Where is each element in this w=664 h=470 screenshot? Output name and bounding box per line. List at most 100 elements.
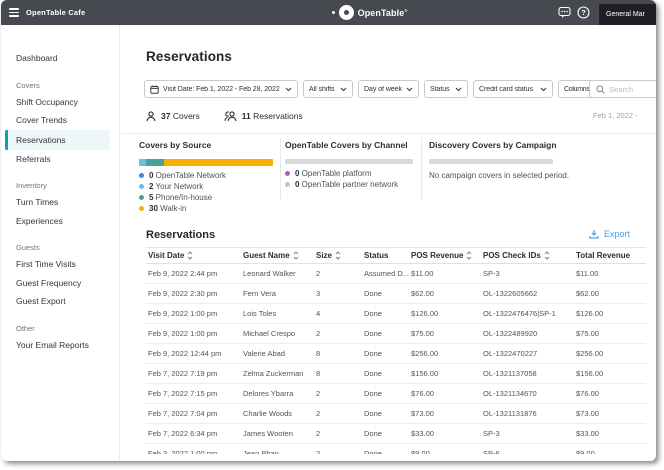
table-cell: Done [362,389,409,398]
table-title: Reservations [146,229,215,241]
panel-title: Discovery Covers by Campaign [429,140,609,150]
table-cell: Feb 9, 2022 12:44 pm [146,349,241,358]
table-cell: $156.00 [574,369,646,378]
table-cell: Done [362,309,409,318]
legend-item: 0 OpenTable partner network [285,179,417,190]
table-cell: $73.00 [409,409,481,418]
column-header-guest-name[interactable]: Guest Name [241,251,314,260]
filter-all-shifts[interactable]: All shifts [303,80,353,98]
table-row[interactable]: Feb 7, 2022 7:19 pmZelma Zuckerman8Done$… [146,364,646,384]
table-cell: $62.00 [574,289,646,298]
logo-circle-icon [339,5,354,20]
sidebar-item-guest-frequency[interactable]: Guest Frequency [5,274,110,293]
table-cell: Feb 9, 2022 1:00 pm [146,329,241,338]
legend-item: 0 OpenTable Network [139,170,275,181]
table-row[interactable]: Feb 9, 2022 2:30 pmFern Vera3Done$62.00O… [146,284,646,304]
table-cell: Michael Crespo [241,329,314,338]
table-row[interactable]: Feb 7, 2022 6:34 pmJames Wooten2Done$33.… [146,424,646,444]
main-content: Reservations Visit Date: Feb 1, 2022 - F… [121,25,656,461]
help-icon[interactable]: ? [576,6,590,20]
sidebar: Dashboard CoversShift OccupancyCover Tren… [1,25,120,461]
table-row[interactable]: Feb 3, 2022 1:00 pmJean Phan2Done$9.00SP… [146,444,646,454]
filter-day-of-week[interactable]: Day of week [358,80,419,98]
table-row[interactable]: Feb 9, 2022 1:00 pmMichael Crespo2Done$7… [146,324,646,344]
table-cell: Done [362,449,409,454]
sidebar-item-dashboard[interactable]: Dashboard [5,49,110,68]
column-header-visit-date[interactable]: Visit Date [146,251,241,260]
column-header-pos-revenue[interactable]: POS Revenue [409,251,481,260]
table-cell: $76.00 [574,389,646,398]
filter-status[interactable]: Status [424,80,468,98]
filter-credit-card-status[interactable]: Credit card status [473,80,553,98]
legend-item: 5 Phone/In-house [139,192,275,203]
table-cell: $156.00 [409,369,481,378]
logo-wordmark: OpenTable® [358,8,408,18]
covers-stat: 37 Covers [146,111,200,122]
panel-title: Covers by Source [139,140,275,150]
covers-by-campaign-bar [429,159,553,164]
table-cell: $126.00 [409,309,481,318]
sidebar-section-covers: Covers [1,77,119,93]
table-body: Feb 9, 2022 2:44 pmLeonard Walker2Assume… [146,264,646,454]
sidebar-item-your-email-reports[interactable]: Your Email Reports [5,336,110,355]
table-cell: James Wooten [241,429,314,438]
campaign-empty-text: No campaign covers in selected period. [429,171,609,180]
table-row[interactable]: Feb 9, 2022 2:44 pmLeonard Walker2Assume… [146,264,646,284]
legend-item: 2 Your Network [139,181,275,192]
table-cell: $75.00 [574,329,646,338]
column-header-pos-check-ids[interactable]: POS Check IDs [481,251,574,260]
sidebar-item-guest-export[interactable]: Guest Export [5,292,110,311]
search-box[interactable] [589,80,656,98]
table-cell: $73.00 [574,409,646,418]
table-cell: Feb 9, 2022 2:30 pm [146,289,241,298]
feedback-icon[interactable] [557,6,571,20]
sidebar-item-reservations[interactable]: Reservations [5,130,110,150]
table-cell: 2 [314,389,362,398]
sidebar-item-experiences[interactable]: Experiences [5,212,110,231]
table-row[interactable]: Feb 9, 2022 1:00 pmLois Toles4Done$126.0… [146,304,646,324]
table-cell: Feb 9, 2022 1:00 pm [146,309,241,318]
column-header-total-revenue: Total Revenue [574,251,646,260]
filter-visit-date-feb-1-2022-feb-28-2022[interactable]: Visit Date: Feb 1, 2022 - Feb 28, 2022 [144,80,298,98]
table-cell: 8 [314,349,362,358]
table-cell: Charlie Woods [241,409,314,418]
table-row[interactable]: Feb 9, 2022 12:44 pmValerie Abad8Done$25… [146,344,646,364]
export-button[interactable]: Export [589,229,630,239]
table-cell: $75.00 [409,329,481,338]
table-cell: Done [362,369,409,378]
table-cell: 2 [314,449,362,454]
table-cell: Feb 7, 2022 7:04 pm [146,409,241,418]
sidebar-item-shift-occupancy[interactable]: Shift Occupancy [5,93,110,112]
top-bar: OpenTable Cafe OpenTable® ? General Mar [1,0,656,25]
sidebar-item-first-time-visits[interactable]: First Time Visits [5,255,110,274]
table-cell: 3 [314,289,362,298]
app-window: OpenTable Cafe OpenTable® ? General Mar … [1,0,656,461]
table-cell: OL-1322605662 [481,289,574,298]
table-cell: OL-1322470227 [481,349,574,358]
people-icon [224,111,237,122]
search-icon [596,85,605,94]
search-input[interactable] [609,85,656,94]
table-cell: $11.00 [409,269,481,278]
sidebar-section-other: Other [1,320,119,336]
sidebar-item-turn-times[interactable]: Turn Times [5,193,110,212]
stats-row: 37 Covers 11 Reservations [146,108,303,124]
table-cell: 2 [314,269,362,278]
table-row[interactable]: Feb 7, 2022 7:04 pmCharlie Woods2Done$73… [146,404,646,424]
table-row[interactable]: Feb 7, 2022 7:15 pmDelores Ybarra2Done$7… [146,384,646,404]
user-menu[interactable]: General Mar [599,4,656,25]
menu-icon[interactable] [9,8,19,16]
table-cell: Zelma Zuckerman [241,369,314,378]
table-cell: Done [362,409,409,418]
table-cell: $33.00 [574,429,646,438]
table-cell: $11.00 [574,269,646,278]
sidebar-item-referrals[interactable]: Referrals [5,150,110,169]
sidebar-item-cover-trends[interactable]: Cover Trends [5,111,110,130]
covers-by-source-legend: 0 OpenTable Network2 Your Network5 Phone… [139,170,275,214]
table-cell: 4 [314,309,362,318]
covers-by-channel-panel: OpenTable Covers by Channel 0 OpenTable … [285,140,417,190]
table-cell: OL-1322489920 [481,329,574,338]
column-header-size[interactable]: Size [314,251,362,260]
table-cell: $9.00 [409,449,481,454]
reservations-stat: 11 Reservations [224,111,303,122]
